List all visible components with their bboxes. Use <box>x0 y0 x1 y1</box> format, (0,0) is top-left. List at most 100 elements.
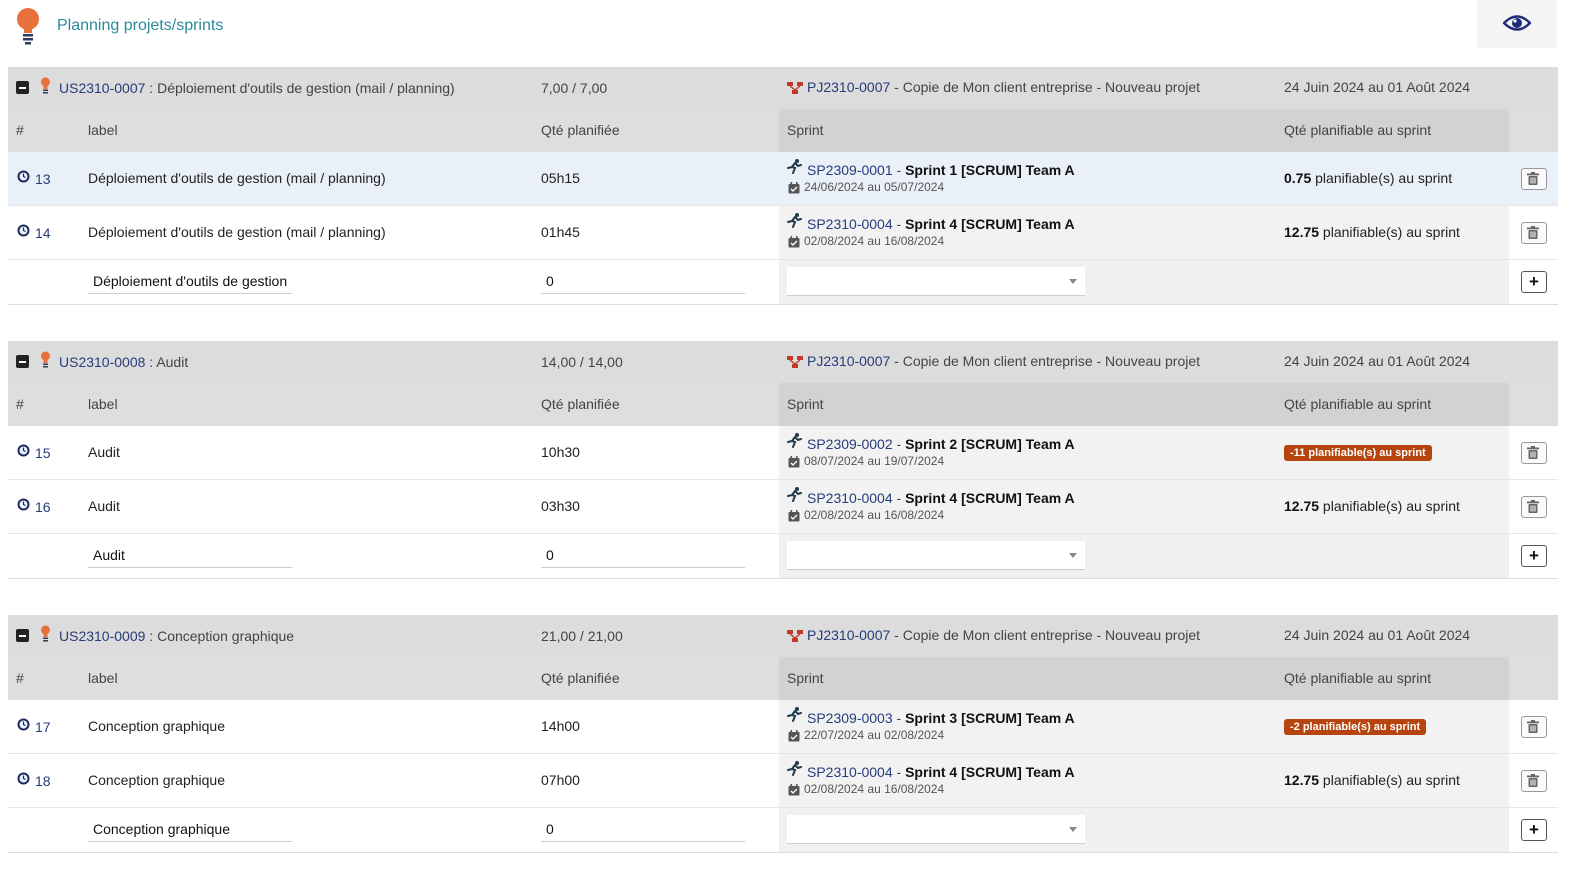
sprint-availability-text: planifiable(s) au sprint <box>1319 224 1460 240</box>
project-info: PJ2310-0007 - Copie de Mon client entrep… <box>807 353 1200 369</box>
new-task-label-input[interactable] <box>88 542 292 568</box>
collapse-toggle-icon[interactable] <box>16 81 29 94</box>
sprint-dates: 02/08/2024 au 16/08/2024 <box>804 508 945 522</box>
userstory-qty: 14,00 / 14,00 <box>541 354 623 370</box>
task-qty: 05h15 <box>541 170 580 186</box>
task-label: Audit <box>88 444 120 460</box>
task-label: Déploiement d'outils de gestion (mail / … <box>88 170 386 186</box>
add-task-button[interactable]: + <box>1521 545 1547 567</box>
running-person-icon <box>787 761 803 779</box>
userstory-name: Audit <box>156 354 189 370</box>
project-ref-link[interactable]: PJ2310-0007 <box>807 627 890 643</box>
sprint-select[interactable] <box>787 267 1085 296</box>
userstory-header: US2310-0009 : Conception graphique 21,00 … <box>8 615 1558 657</box>
task-number-link[interactable]: 17 <box>35 719 51 735</box>
task-number-link[interactable]: 14 <box>35 225 51 241</box>
sprint-info: SP2309-0001 - Sprint 1 [SCRUM] Team A <box>807 162 1075 178</box>
sprint-separator: - <box>892 490 906 506</box>
sprint-availability-value: 12.75 <box>1284 224 1320 240</box>
sprint-info: SP2309-0003 - Sprint 3 [SCRUM] Team A <box>807 710 1075 726</box>
sprint-name: Sprint 1 [SCRUM] Team A <box>905 162 1075 178</box>
column-header-label: label <box>88 396 118 412</box>
project-label: - Copie de Mon client entreprise - Nouve… <box>890 627 1201 643</box>
task-number-link[interactable]: 16 <box>35 499 51 515</box>
task-row: 13 Déploiement d'outils de gestion (mail … <box>8 152 1558 206</box>
sprint-availability-badge: -2 planifiable(s) au sprint <box>1284 719 1427 735</box>
sprint-info: SP2309-0002 - Sprint 2 [SCRUM] Team A <box>807 436 1075 452</box>
task-number-link[interactable]: 13 <box>35 171 51 187</box>
delete-task-button[interactable] <box>1521 168 1547 190</box>
delete-task-button[interactable] <box>1521 442 1547 464</box>
sprint-ref-link[interactable]: SP2309-0002 <box>807 436 893 452</box>
sprint-select[interactable] <box>787 541 1085 570</box>
add-task-button[interactable]: + <box>1521 271 1547 293</box>
task-label: Audit <box>88 498 120 514</box>
new-task-qty-input[interactable] <box>541 816 745 842</box>
sprint-ref-link[interactable]: SP2310-0004 <box>807 764 893 780</box>
trash-icon <box>1527 500 1539 516</box>
add-task-button[interactable]: + <box>1521 819 1547 841</box>
project-ref-link[interactable]: PJ2310-0007 <box>807 353 890 369</box>
new-task-qty-input[interactable] <box>541 268 745 294</box>
column-header-sprint-qty: Qté planifiable au sprint <box>1284 122 1432 138</box>
collapse-toggle-icon[interactable] <box>16 629 29 642</box>
eye-icon <box>1503 15 1531 31</box>
sprint-availability-value: 0.75 <box>1284 170 1312 186</box>
delete-task-button[interactable] <box>1521 716 1547 738</box>
userstory-ref-link[interactable]: US2310-0008 <box>59 354 145 370</box>
clock-icon <box>17 772 30 788</box>
toggle-view-button[interactable] <box>1477 0 1557 48</box>
userstory-ref-link[interactable]: US2310-0007 <box>59 80 145 96</box>
sprint-separator: - <box>892 162 906 178</box>
new-task-qty-input[interactable] <box>541 542 745 568</box>
sprint-name: Sprint 4 [SCRUM] Team A <box>905 764 1075 780</box>
collapse-toggle-icon[interactable] <box>16 355 29 368</box>
task-qty: 03h30 <box>541 498 580 514</box>
column-header-num: # <box>16 122 24 138</box>
delete-task-button[interactable] <box>1521 496 1547 518</box>
project-ref-link[interactable]: PJ2310-0007 <box>807 79 890 95</box>
userstory-ref-link[interactable]: US2310-0009 <box>59 628 145 644</box>
plus-icon: + <box>1529 820 1539 839</box>
userstory-title: US2310-0007 : Déploiement d'outils de ge… <box>59 80 455 96</box>
sprint-availability: 12.75 planifiable(s) au sprint <box>1284 772 1460 788</box>
sprint-select[interactable] <box>787 815 1085 844</box>
project-info: PJ2310-0007 - Copie de Mon client entrep… <box>807 79 1200 95</box>
sprint-name: Sprint 4 [SCRUM] Team A <box>905 490 1075 506</box>
sprint-dates: 08/07/2024 au 19/07/2024 <box>804 454 945 468</box>
add-task-row: + <box>8 260 1558 305</box>
column-header-num: # <box>16 670 24 686</box>
delete-task-button[interactable] <box>1521 222 1547 244</box>
task-number-link[interactable]: 15 <box>35 445 51 461</box>
sprint-ref-link[interactable]: SP2310-0004 <box>807 490 893 506</box>
running-person-icon <box>787 159 803 177</box>
task-label: Conception graphique <box>88 772 225 788</box>
delete-task-button[interactable] <box>1521 770 1547 792</box>
column-header-sprint-qty: Qté planifiable au sprint <box>1284 396 1432 412</box>
sprint-name: Sprint 3 [SCRUM] Team A <box>905 710 1075 726</box>
plus-icon: + <box>1529 546 1539 565</box>
new-task-label-input[interactable] <box>88 268 292 294</box>
task-row: 15 Audit 10h30 SP2309-0002 - Sprint 2 [SCRU… <box>8 426 1558 480</box>
calendar-check-icon <box>788 181 800 197</box>
sprint-availability-text: planifiable(s) au sprint <box>1319 498 1460 514</box>
lightbulb-icon <box>40 351 51 371</box>
running-person-icon <box>787 213 803 231</box>
project-tree-icon <box>787 629 803 646</box>
sprint-ref-link[interactable]: SP2310-0004 <box>807 216 893 232</box>
sprint-availability-badge: -11 planifiable(s) au sprint <box>1284 445 1432 461</box>
userstory-separator: : <box>145 628 158 644</box>
new-task-label-input[interactable] <box>88 816 292 842</box>
sprint-ref-link[interactable]: SP2309-0001 <box>807 162 893 178</box>
column-header-qty: Qté planifiée <box>541 670 620 686</box>
trash-icon <box>1527 446 1539 462</box>
task-number-link[interactable]: 18 <box>35 773 51 789</box>
userstory-name: Conception graphique <box>157 628 295 644</box>
userstory-separator: : <box>145 354 157 370</box>
sprint-ref-link[interactable]: SP2309-0003 <box>807 710 893 726</box>
trash-icon <box>1527 226 1539 242</box>
column-header-sprint-qty: Qté planifiable au sprint <box>1284 670 1432 686</box>
sprint-separator: - <box>892 710 906 726</box>
sprint-info: SP2310-0004 - Sprint 4 [SCRUM] Team A <box>807 764 1075 780</box>
sprint-availability: 0.75 planifiable(s) au sprint <box>1284 170 1452 186</box>
